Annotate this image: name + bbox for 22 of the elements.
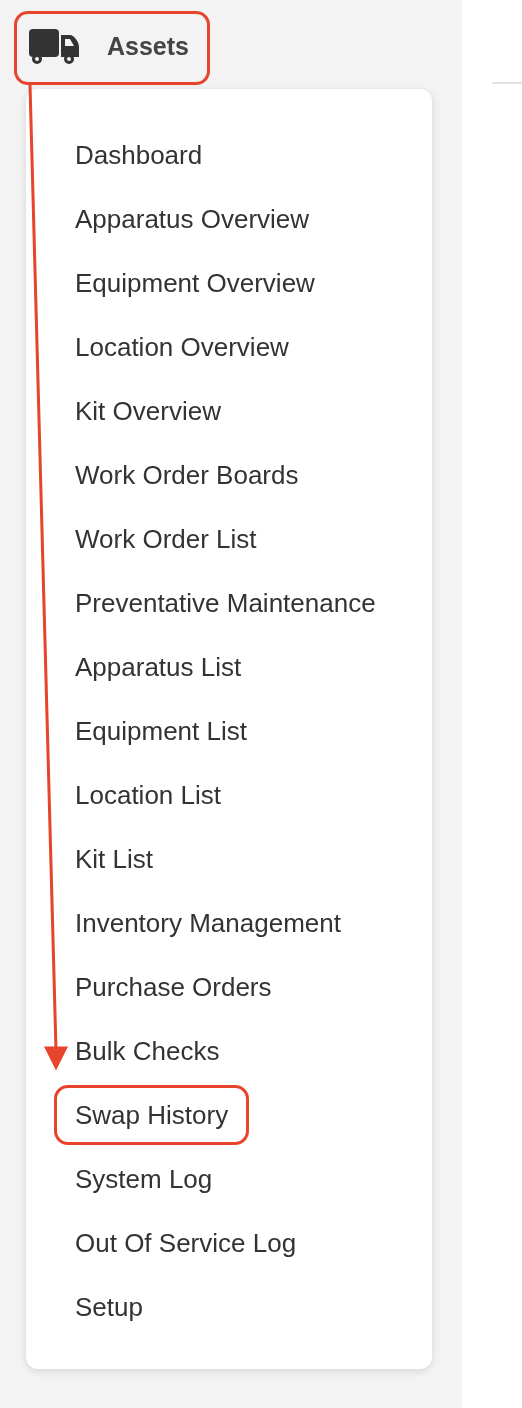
menu-item[interactable]: Swap History — [54, 1084, 250, 1145]
menu-item[interactable]: Location List — [54, 764, 242, 825]
menu-item[interactable]: Apparatus Overview — [54, 188, 331, 249]
truck-icon — [29, 28, 79, 65]
menu-item[interactable]: Dashboard — [54, 124, 224, 185]
menu-item[interactable]: Location Overview — [54, 316, 310, 377]
menu-item[interactable]: Inventory Management — [54, 892, 362, 953]
menu-item[interactable]: Purchase Orders — [54, 956, 293, 1017]
menu-item[interactable]: Kit List — [54, 828, 175, 889]
menu-item[interactable]: Bulk Checks — [54, 1020, 241, 1081]
menu-item[interactable]: Equipment List — [54, 700, 268, 761]
menu-item[interactable]: Equipment Overview — [54, 252, 336, 313]
menu-item[interactable]: System Log — [54, 1148, 234, 1209]
menu-item[interactable]: Work Order List — [54, 508, 278, 569]
menu-item[interactable]: Setup — [54, 1276, 164, 1337]
menu-item[interactable]: Preventative Maintenance — [54, 572, 397, 633]
menu-item[interactable]: Out Of Service Log — [54, 1212, 318, 1273]
menu-item[interactable]: Apparatus List — [54, 636, 263, 697]
assets-header[interactable]: Assets — [14, 11, 210, 85]
menu-item[interactable]: Kit Overview — [54, 380, 242, 441]
assets-label: Assets — [107, 31, 189, 62]
menu-item[interactable]: Work Order Boards — [54, 444, 320, 505]
